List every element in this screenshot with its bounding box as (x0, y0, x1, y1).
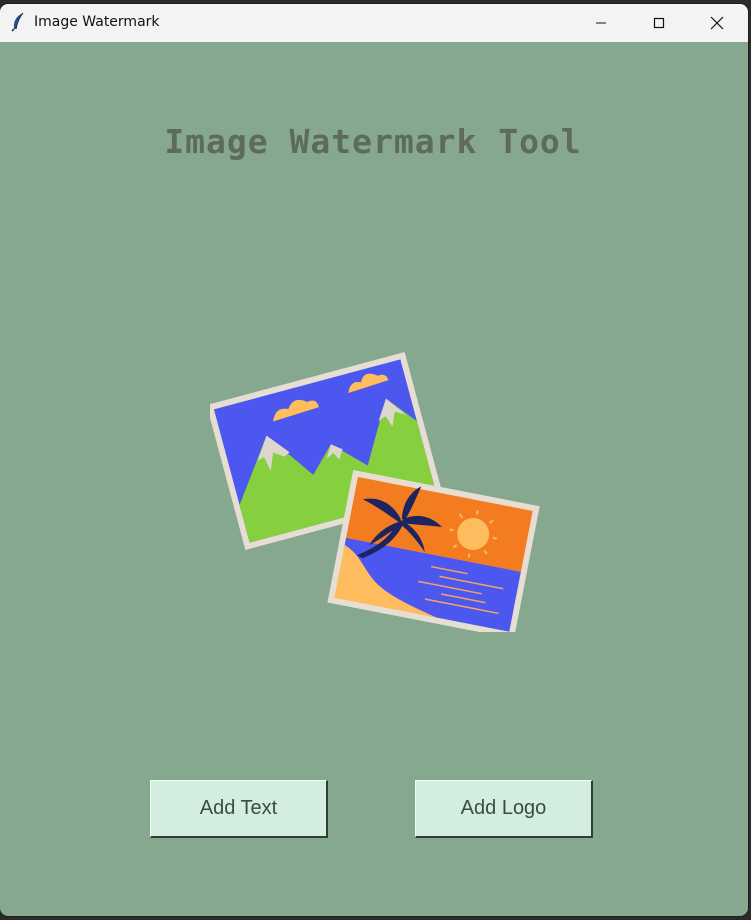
page-title: Image Watermark Tool (164, 122, 582, 161)
close-button[interactable] (688, 4, 746, 42)
title-bar[interactable]: Image Watermark (0, 4, 748, 42)
minimize-icon (596, 22, 606, 24)
close-icon (710, 16, 724, 30)
feather-icon (10, 12, 26, 32)
add-logo-button[interactable]: Add Logo (415, 780, 593, 838)
maximize-button[interactable] (630, 4, 688, 42)
maximize-icon (653, 17, 665, 29)
window-title: Image Watermark (34, 14, 160, 30)
main-content: Image Watermark Tool Add Text Add Logo (0, 42, 748, 916)
app-window: Image Watermark Image Watermark Tool Add… (0, 4, 748, 916)
add-text-button[interactable]: Add Text (150, 780, 328, 838)
minimize-button[interactable] (572, 4, 630, 42)
photos-icon (206, 322, 540, 639)
